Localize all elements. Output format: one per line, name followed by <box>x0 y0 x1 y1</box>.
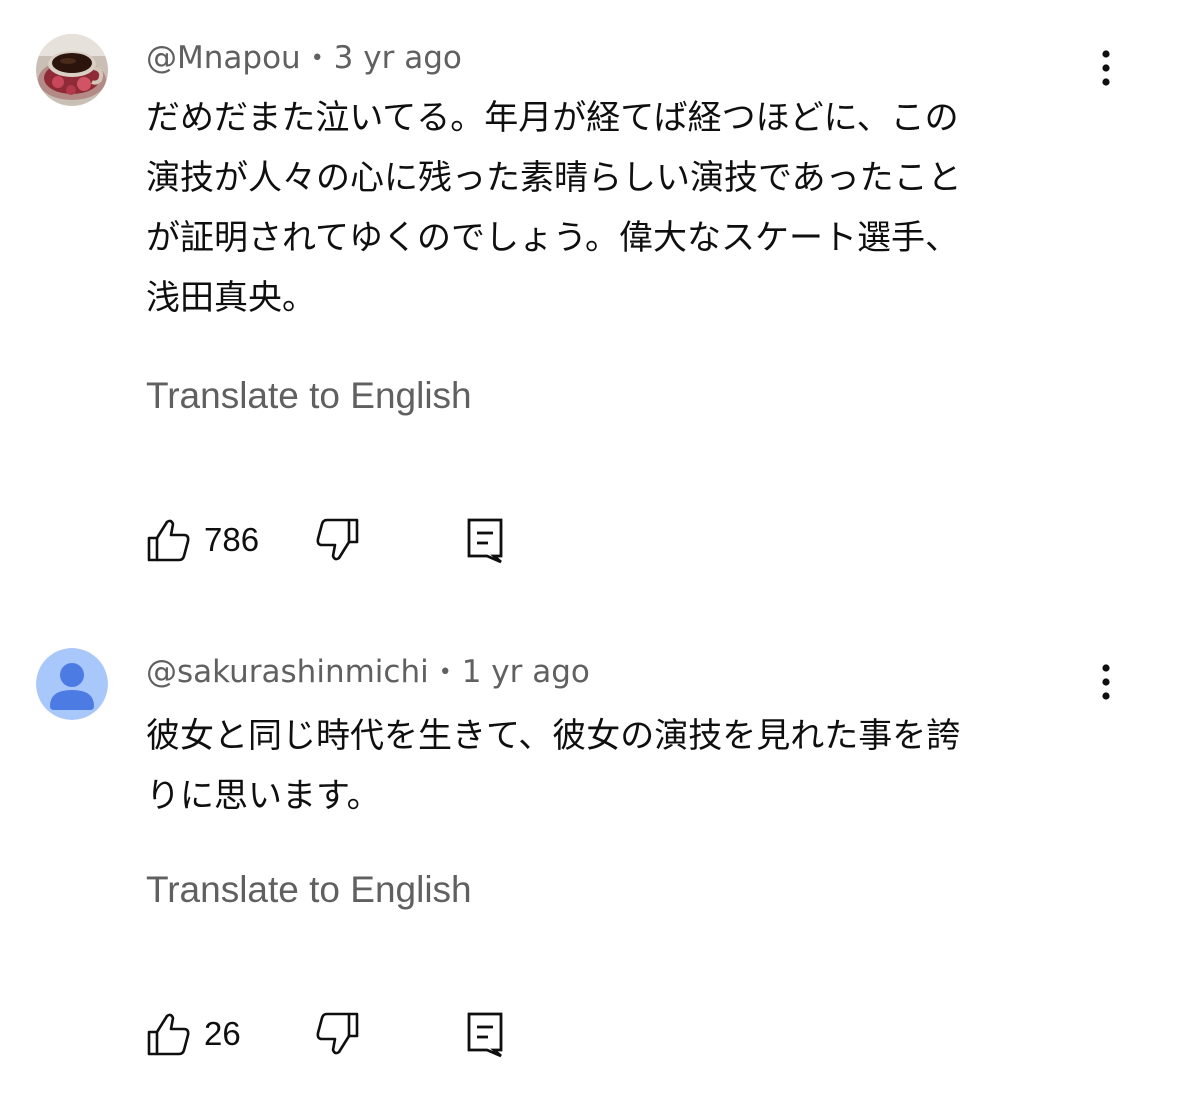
avatar[interactable] <box>36 34 108 106</box>
separator-dot: • <box>438 660 452 685</box>
default-user-icon <box>36 648 108 720</box>
like-button[interactable] <box>146 1010 192 1058</box>
dislike-button[interactable] <box>314 1010 360 1058</box>
dislike-button[interactable] <box>314 516 360 564</box>
reply-button[interactable] <box>466 1010 506 1058</box>
coffee-cup-photo-icon <box>36 34 108 106</box>
vertical-dots-icon <box>1102 664 1110 700</box>
comment-actions: 786 <box>146 516 546 564</box>
more-options-button[interactable] <box>1088 48 1124 88</box>
vertical-dots-icon <box>1102 50 1110 86</box>
comment-text: だめだまた泣いてる。年月が経てば経つほどに、この 演技が人々の心に残った素晴らし… <box>146 98 962 318</box>
translate-button[interactable]: Translate to English <box>146 868 472 912</box>
thumbs-up-icon <box>147 519 190 562</box>
like-count: 26 <box>204 1015 241 1052</box>
comment: @Mnapou • 3 yr ago だめだまた泣いてる。年月が経てば経つほどに、こ… <box>0 0 1179 600</box>
more-options-button[interactable] <box>1088 662 1124 702</box>
thumbs-up-icon <box>147 1013 190 1056</box>
avatar[interactable] <box>36 648 108 720</box>
reply-icon <box>467 1012 503 1058</box>
comment-header: @Mnapou • 3 yr ago <box>146 38 462 78</box>
author-handle[interactable]: @Mnapou <box>146 40 301 76</box>
reply-icon <box>467 518 503 564</box>
thumbs-down-icon <box>316 1012 359 1055</box>
comment: @sakurashinmichi • 1 yr ago 彼女と同じ時代を生きて、彼女… <box>0 600 1179 1102</box>
translate-button[interactable]: Translate to English <box>146 374 472 418</box>
comment-actions: 26 <box>146 1010 546 1058</box>
reply-button[interactable] <box>466 516 506 564</box>
comment-text: 彼女と同じ時代を生きて、彼女の演技を見れた事を誇 りに思います。 <box>146 716 961 816</box>
timestamp[interactable]: 1 yr ago <box>462 654 590 690</box>
separator-dot: • <box>310 46 324 71</box>
like-count: 786 <box>204 521 260 558</box>
comment-header: @sakurashinmichi • 1 yr ago <box>146 652 590 692</box>
author-handle[interactable]: @sakurashinmichi <box>146 654 429 690</box>
thumbs-down-icon <box>316 518 359 561</box>
timestamp[interactable]: 3 yr ago <box>334 40 462 76</box>
like-button[interactable] <box>146 516 192 564</box>
